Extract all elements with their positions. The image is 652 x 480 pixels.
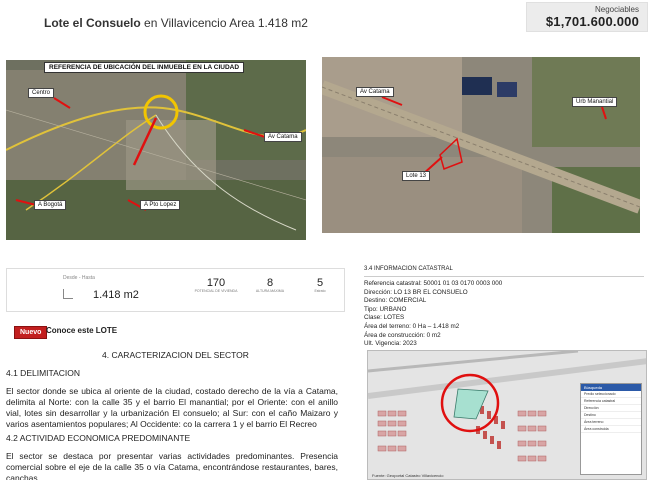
stat-num: 170 [206, 277, 226, 289]
nuevo-badge: Nuevo [14, 326, 48, 339]
label-av-catama-detail: Av Catama [356, 87, 394, 97]
delimitacion-text: El sector donde se ubica al oriente de l… [6, 386, 338, 429]
stat-potencial: 170 POTENCIAL DE VIVIENDA [193, 277, 239, 293]
title-bold: Lote el Consuelo [44, 16, 141, 30]
label-lote: Lote 13 [402, 171, 431, 181]
actividad-text: El sector se destaca por presentar varia… [6, 451, 338, 480]
panel-row[interactable]: Dirección [581, 405, 641, 412]
range-label: Desde - Hasta [63, 275, 95, 281]
property-stats: Desde - Hasta 1.418 m2 170 POTENCIAL DE … [6, 268, 345, 312]
catastral-line: Ult. Vigencia: 2023 [364, 340, 417, 348]
search-panel-title: Búsqueda [581, 384, 641, 391]
label-a-pto-lopez: A Pto Lopez [140, 200, 181, 210]
actividad-title: 4.2 ACTIVIDAD ECONOMICA PREDOMINANTE [6, 433, 191, 443]
panel-row[interactable]: Área construida [581, 426, 641, 433]
stat-estrato: 5 Estrato [297, 277, 343, 293]
stat-altura: 8 ALTURA MAXIMA [247, 277, 293, 293]
panel-row[interactable]: Área terreno [581, 419, 641, 426]
price-value: $1,701.600.000 [545, 14, 639, 29]
catastral-title: 3.4 INFORMACION CATASTRAL [364, 266, 453, 272]
catastral-divider [364, 276, 644, 277]
catastral-line: Dirección: LO 13 BR EL CONSUELO [364, 288, 468, 296]
catastral-line: Referencia catastral: 50001 01 03 0170 0… [364, 280, 503, 287]
panel-row[interactable]: Predio seleccionado [581, 391, 641, 398]
catastral-line: Tipo: URBANO [364, 305, 407, 313]
panel-row[interactable]: Referencia catastral [581, 398, 641, 405]
area-value: 1.418 m2 [93, 289, 139, 301]
label-a-bogota: A Bogotá [34, 200, 67, 210]
stat-num: 8 [266, 277, 274, 289]
map-caption: REFERENCIA DE UBICACIÓN DEL INMUEBLE EN … [44, 62, 245, 73]
stat-caption: POTENCIAL DE VIVIENDA [194, 289, 238, 293]
city-reference-map: REFERENCIA DE UBICACIÓN DEL INMUEBLE EN … [6, 60, 306, 240]
title-rest: en Villavicencio Area 1.418 m2 [140, 16, 308, 30]
label-urb-manantial: Urb Manantial [572, 97, 618, 107]
city-map-graphic [6, 60, 306, 240]
price-label: Negociables [594, 5, 639, 14]
price-box: Negociables $1,701.600.000 [526, 2, 648, 32]
label-centro: Centro [28, 88, 55, 98]
label-av-catama: Av Catama [264, 132, 302, 142]
area-icon [63, 289, 73, 299]
stat-caption: ALTURA MAXIMA [255, 289, 285, 293]
catastral-list: Referencia catastral: 50001 01 03 0170 0… [364, 280, 649, 349]
catastral-line: Destino: COMERCIAL [364, 297, 427, 305]
catastral-line: Área del terreno: 0 Ha – 1.418 m2 [364, 322, 460, 330]
catastral-line: Clase: LOTES [364, 314, 405, 322]
delimitacion-title: 4.1 DELIMITACION [6, 368, 80, 378]
map-credit: Fuente: Geoportal Catastro Villavicencio [372, 473, 444, 478]
page-title: Lote el Consuelo en Villavicencio Area 1… [44, 16, 308, 30]
aerial-detail-map: Av Catama Urb Manantial Lote 13 [320, 55, 642, 235]
section-title: 4. CARACTERIZACION DEL SECTOR [102, 350, 249, 360]
catastro-map: Búsqueda Predio seleccionado Referencia … [367, 350, 647, 480]
search-panel[interactable]: Búsqueda Predio seleccionado Referencia … [580, 383, 642, 475]
aerial-map-graphic [322, 57, 640, 233]
stat-num: 5 [316, 277, 324, 289]
conoce-lote-heading: Conoce este LOTE [46, 326, 118, 335]
panel-row[interactable]: Destino [581, 412, 641, 419]
stat-caption: Estrato [314, 289, 326, 293]
catastral-line: Área de construcción: 0 m2 [364, 331, 441, 339]
